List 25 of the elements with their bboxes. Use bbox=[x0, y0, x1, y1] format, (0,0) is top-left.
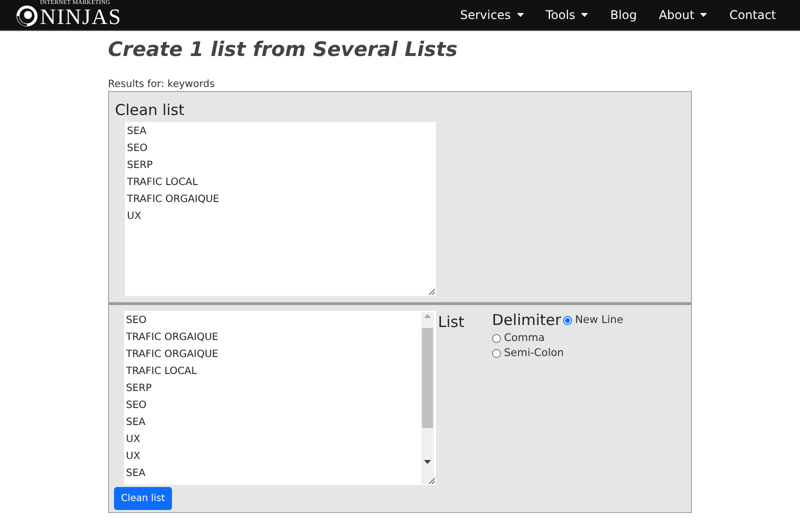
page-title: Create 1 list from Several Lists bbox=[108, 37, 458, 61]
clean-list-button[interactable]: Clean list bbox=[114, 487, 172, 510]
radio-label[interactable]: Comma bbox=[504, 332, 545, 344]
results-label: Results for: keywords bbox=[108, 79, 215, 90]
resize-grip-icon[interactable] bbox=[428, 477, 435, 484]
delimiter-label: Delimiter bbox=[492, 311, 562, 329]
list-label: List bbox=[438, 313, 466, 331]
clean-list-field[interactable]: SEA SEO SERP TRAFIC LOCAL TRAFIC ORGAIQUE UX bbox=[125, 122, 436, 296]
radio-label[interactable]: Semi-Colon bbox=[504, 347, 564, 359]
radio-button[interactable] bbox=[492, 348, 501, 358]
nav-link[interactable]: Services bbox=[460, 8, 524, 22]
radio-button[interactable] bbox=[492, 334, 501, 342]
clean-list-label: Clean list bbox=[115, 101, 184, 119]
resize-grip-icon[interactable] bbox=[428, 288, 435, 295]
scroll-down-arrow-icon[interactable] bbox=[424, 460, 431, 464]
nav-link[interactable]: Blog bbox=[610, 8, 637, 22]
scrollbar[interactable] bbox=[421, 312, 434, 484]
radio-button[interactable] bbox=[563, 316, 572, 324]
radio-label[interactable]: New Line bbox=[575, 314, 624, 326]
nav-link[interactable]: Tools bbox=[546, 8, 588, 22]
logo-name: NINJAS bbox=[40, 6, 122, 28]
nav-link[interactable]: Contact bbox=[729, 8, 776, 22]
nav-link[interactable]: About bbox=[658, 8, 708, 22]
swirl-logo-icon bbox=[16, 5, 38, 27]
input-list-field[interactable]: SEO TRAFIC ORGAIQUE TRAFIC ORGAIQUE TRAFIC LOCAL SERP SEO SEA UX UX SEA bbox=[124, 311, 436, 485]
